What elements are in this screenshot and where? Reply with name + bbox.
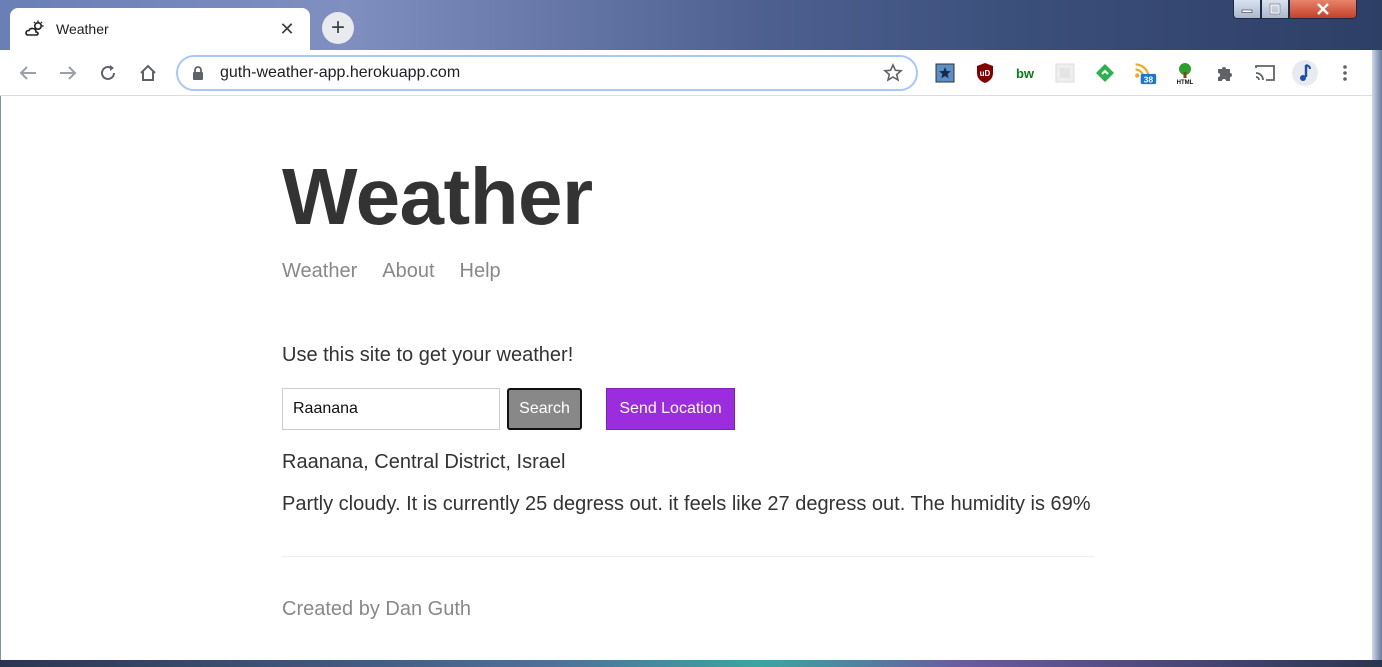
footer-divider bbox=[282, 556, 1094, 557]
forward-icon[interactable] bbox=[54, 59, 82, 87]
page-viewport: Weather Weather About Help Use this site… bbox=[0, 96, 1372, 660]
back-icon[interactable] bbox=[14, 59, 42, 87]
send-location-button[interactable]: Send Location bbox=[606, 388, 735, 430]
html-tree-icon[interactable]: HTML bbox=[1173, 61, 1197, 85]
footer-credit: Created by Dan Guth bbox=[282, 598, 471, 620]
rss-feed-icon[interactable]: 38 bbox=[1133, 61, 1157, 85]
forecast-result: Partly cloudy. It is currently 25 degres… bbox=[282, 493, 1091, 515]
nav-link-help[interactable]: Help bbox=[460, 260, 501, 283]
home-icon[interactable] bbox=[134, 59, 162, 87]
browser-toolbar: guth-weather-app.herokuapp.com uD bw 38 … bbox=[0, 50, 1382, 96]
svg-text:38: 38 bbox=[1144, 74, 1154, 84]
window-right-edge bbox=[1372, 50, 1382, 662]
lock-icon bbox=[192, 65, 206, 81]
desktop-background bbox=[0, 660, 1382, 667]
svg-text:uD: uD bbox=[980, 69, 991, 78]
feedly-icon[interactable] bbox=[1093, 61, 1117, 85]
url-text: guth-weather-app.herokuapp.com bbox=[220, 64, 461, 81]
location-search-input[interactable] bbox=[282, 388, 500, 430]
profile-avatar[interactable] bbox=[1291, 59, 1319, 87]
nav-link-about[interactable]: About bbox=[382, 260, 434, 283]
page-title: Weather bbox=[282, 152, 593, 241]
intro-text: Use this site to get your weather! bbox=[282, 344, 574, 366]
ublock-icon[interactable]: uD bbox=[973, 61, 997, 85]
bookmark-star-icon[interactable] bbox=[882, 62, 904, 84]
address-bar[interactable]: guth-weather-app.herokuapp.com bbox=[176, 55, 918, 91]
maximize-button[interactable] bbox=[1261, 0, 1289, 19]
cast-icon[interactable] bbox=[1253, 61, 1277, 85]
search-button[interactable]: Search bbox=[507, 388, 582, 430]
bw-extension-icon[interactable]: bw bbox=[1013, 61, 1037, 85]
tab-title: Weather bbox=[56, 21, 109, 37]
window-controls bbox=[1233, 0, 1357, 20]
weather-favicon-icon bbox=[24, 18, 46, 40]
search-form: Search Send Location bbox=[282, 388, 735, 430]
bookmark-extension-icon[interactable] bbox=[933, 61, 957, 85]
site-nav: Weather About Help bbox=[282, 260, 501, 283]
menu-dots-icon[interactable] bbox=[1333, 61, 1357, 85]
grey-extension-icon[interactable] bbox=[1053, 61, 1077, 85]
tab-strip: Weather ✕ + bbox=[0, 0, 1382, 50]
svg-text:HTML: HTML bbox=[1177, 80, 1194, 85]
tab-close-icon[interactable]: ✕ bbox=[276, 19, 298, 39]
minimize-button[interactable] bbox=[1233, 0, 1261, 19]
reload-icon[interactable] bbox=[94, 59, 122, 87]
browser-tab[interactable]: Weather ✕ bbox=[10, 8, 310, 50]
extensions-puzzle-icon[interactable] bbox=[1213, 61, 1237, 85]
location-result: Raanana, Central District, Israel bbox=[282, 451, 566, 473]
new-tab-button[interactable]: + bbox=[322, 12, 354, 44]
nav-link-weather[interactable]: Weather bbox=[282, 260, 357, 283]
close-window-button[interactable] bbox=[1289, 0, 1357, 19]
